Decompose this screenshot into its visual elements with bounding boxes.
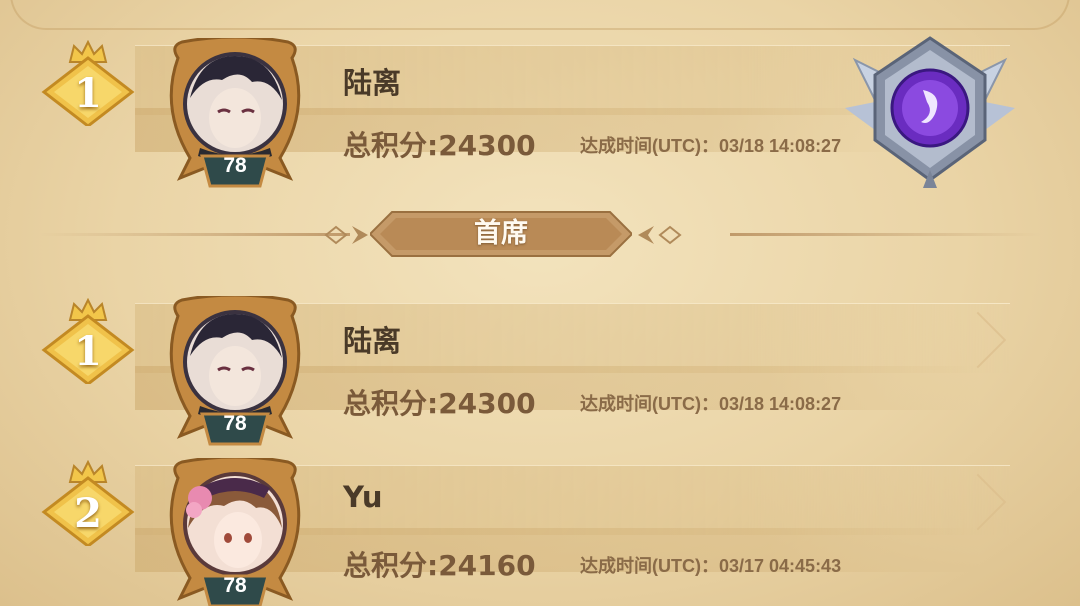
purple-crest-emblem-icon bbox=[845, 36, 1015, 188]
section-title: 首席 bbox=[474, 218, 528, 249]
rank-badge: 1 bbox=[40, 298, 136, 384]
total-score: 总积分:24160 bbox=[343, 549, 536, 582]
achieve-time: 达成时间(UTC)：03/17 04:45:43 bbox=[580, 556, 842, 576]
level-badge: 78 bbox=[223, 154, 247, 177]
list-item[interactable]: 1 78 陆离 总积分:24300 达成时间(UTC)：03/18 14:08:… bbox=[0, 258, 1080, 446]
player-name: 陆离 bbox=[343, 66, 402, 100]
achieve-time: 达成时间(UTC)：03/18 14:08:27 bbox=[580, 136, 842, 156]
divider-ornament-right-icon bbox=[638, 225, 682, 245]
total-score: 总积分:24300 bbox=[343, 129, 536, 162]
avatar[interactable]: 78 bbox=[160, 458, 310, 606]
player-name: 陆离 bbox=[343, 324, 402, 358]
top-rank-entry[interactable]: 1 78 陆离 总积分:24300 达成时间(UTC)：03/18 14:08:… bbox=[0, 0, 1080, 188]
divider-line-right bbox=[730, 233, 1040, 236]
achieve-time: 达成时间(UTC)：03/18 14:08:27 bbox=[580, 394, 842, 414]
total-score: 总积分:24300 bbox=[343, 387, 536, 420]
rank-number: 1 bbox=[74, 70, 102, 117]
rank-badge: 2 bbox=[40, 460, 136, 546]
level-badge: 78 bbox=[223, 574, 247, 597]
rank-number: 2 bbox=[74, 490, 102, 537]
rank-badge: 1 bbox=[40, 40, 136, 126]
section-divider: 首席 bbox=[40, 210, 1040, 260]
player-name: Yu bbox=[343, 480, 383, 514]
divider-ornament-left-icon bbox=[324, 225, 368, 245]
avatar[interactable]: 78 bbox=[160, 38, 310, 188]
list-item[interactable]: 2 78 Yu 总积分:24160 达成时间(UTC)：03/17 04:45:… bbox=[0, 420, 1080, 606]
divider-line-left bbox=[40, 233, 350, 236]
rank-number: 1 bbox=[74, 328, 102, 375]
